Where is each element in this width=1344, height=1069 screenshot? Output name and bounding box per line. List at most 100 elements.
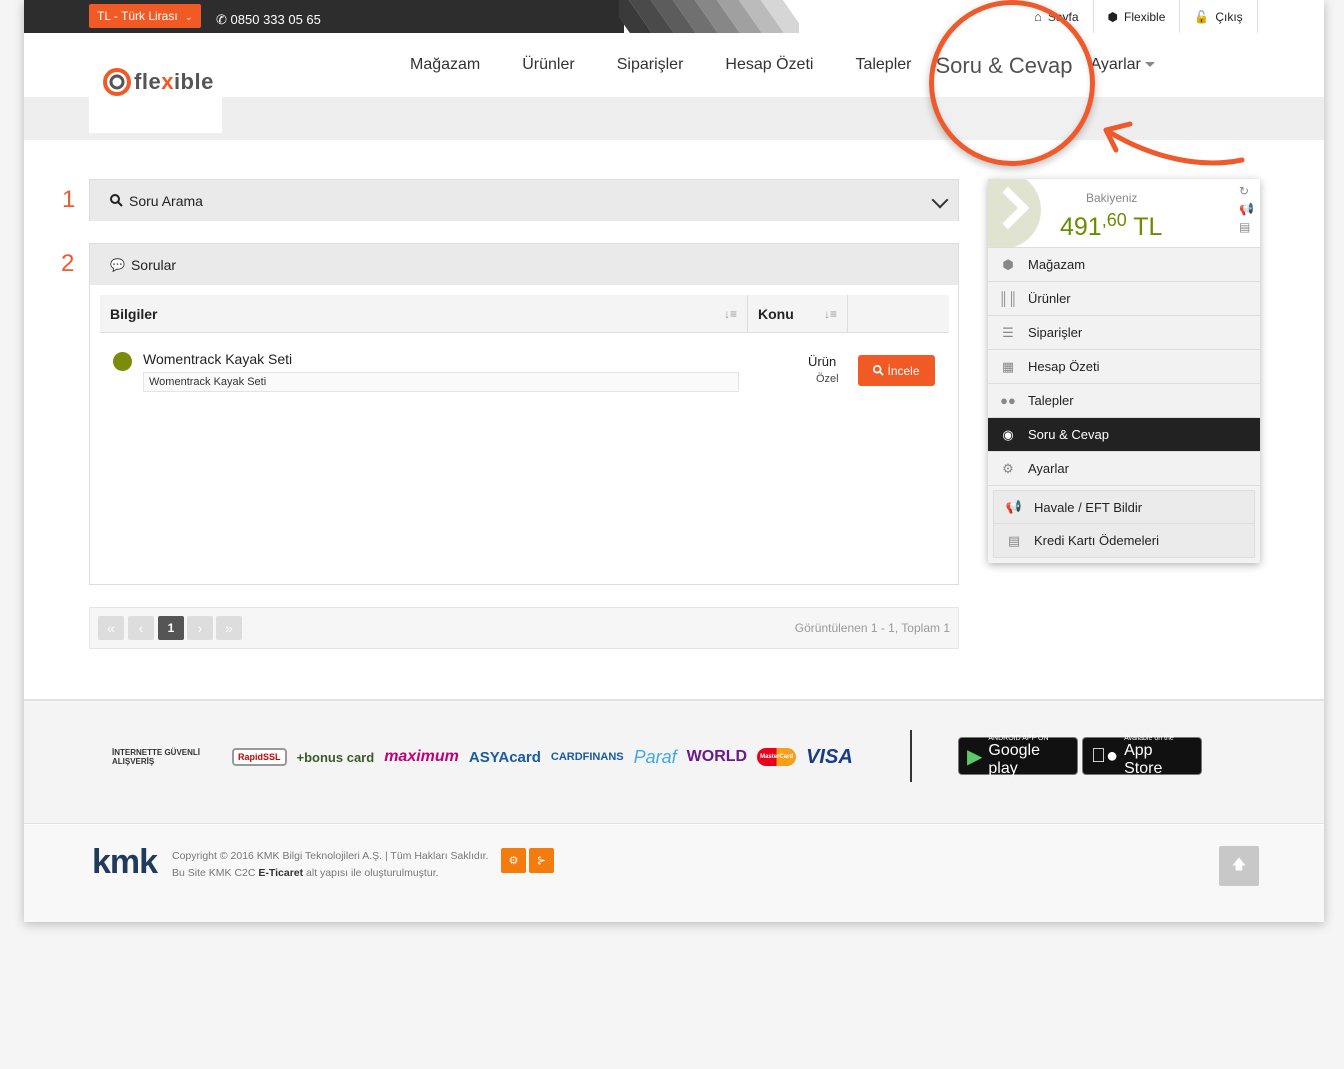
sidebar-item-label: Kredi Kartı Ödemeleri: [1034, 533, 1159, 548]
balance-int: 491: [1060, 213, 1102, 241]
rapidssl-logo: RapidSSL: [232, 748, 287, 766]
built-post: alt yapısı ile oluşturulmuştur.: [306, 867, 439, 879]
page-first-button[interactable]: «: [98, 616, 124, 640]
sort-icon[interactable]: ↓≡: [824, 307, 837, 321]
unlock-icon: 🔓: [1194, 9, 1210, 24]
sidebar-item-soru-cevap[interactable]: ◉ Soru & Cevap: [988, 418, 1260, 452]
column-bilgiler[interactable]: Bilgiler ↓≡: [100, 295, 748, 332]
copyright: Copyright © 2016 KMK Bilgi Teknolojileri…: [172, 848, 488, 882]
credit-card-icon[interactable]: ▤: [1239, 220, 1254, 234]
google-play-badge[interactable]: ▶ ANDROID APP ON Google play: [958, 735, 1078, 777]
topbar-stripes: [619, 0, 799, 33]
logo-box[interactable]: flexible: [89, 33, 222, 133]
megaphone-icon[interactable]: 📢: [1239, 202, 1254, 216]
phone-icon: ✆: [216, 12, 227, 27]
rss-icon[interactable]: ⊱: [529, 848, 554, 873]
sidebar-item-magazam[interactable]: ⬢ Mağazam: [988, 248, 1260, 282]
caret-down-icon: [1144, 62, 1155, 68]
column-actions: [848, 295, 949, 332]
app-store-badge[interactable]: ● Available on theApp Store: [1082, 735, 1202, 777]
page: TL - Türk Lirası ⌄ ✆ 0850 333 05 65 ⌂ Sa…: [24, 0, 1324, 922]
question-topic-sub: Özel: [816, 373, 839, 385]
nav-hesap-ozeti[interactable]: Hesap Özeti: [725, 56, 813, 79]
logo: flexible: [102, 67, 214, 97]
list-icon: ☰: [1002, 324, 1014, 340]
sidebar-item-label: Siparişler: [1028, 325, 1083, 340]
question-topic: Ürün: [808, 354, 837, 369]
page-prev-button[interactable]: ‹: [128, 616, 154, 640]
table-header: Bilgiler ↓≡ Konu ↓≡: [100, 295, 949, 333]
search-icon: [873, 365, 885, 376]
toplink-flexible[interactable]: ⬢ Flexible: [1094, 0, 1181, 33]
questions-panel-header: 💬 Sorular: [90, 244, 958, 285]
kmk-logo: kmk: [92, 843, 158, 881]
column-konu[interactable]: Konu ↓≡: [748, 295, 848, 332]
paraf-logo: Paraf: [633, 746, 677, 767]
nav-talepler[interactable]: Talepler: [855, 56, 911, 79]
search-panel-header[interactable]: Soru Arama: [90, 180, 958, 221]
copyright-text: Copyright © 2016 KMK Bilgi Teknolojileri…: [172, 850, 489, 862]
sort-icon[interactable]: ↓≡: [724, 307, 737, 321]
chevron-right-icon: [988, 179, 1041, 247]
phone-text: 0850 333 05 65: [230, 12, 321, 27]
sidebar-item-label: Hesap Özeti: [1028, 359, 1100, 374]
nav-ayarlar[interactable]: Ayarlar: [1090, 56, 1155, 79]
secure-shopping-logo: İNTERNETTE GÜVENLİ ALIŞVERİŞ: [112, 748, 201, 766]
sidebar-sub-menu: 📢 Havale / EFT Bildir ▤ Kredi Kartı Ödemel…: [993, 490, 1255, 558]
balance-box: Bakiyeniz 491,60 TL ↻ 📢 ▤: [988, 179, 1260, 248]
google-play-big: Google play: [988, 741, 1040, 777]
column-bilgiler-label: Bilgiler: [110, 305, 158, 322]
barcode-icon: ║║: [998, 291, 1018, 306]
users-icon: ●●: [1000, 393, 1016, 408]
refresh-icon[interactable]: ↻: [1239, 184, 1254, 198]
balance-dec: ,60: [1101, 210, 1127, 230]
nav-ayarlar-label: Ayarlar: [1090, 56, 1141, 73]
sidebar-item-label: Talepler: [1028, 393, 1074, 408]
status-dot: [113, 352, 132, 371]
comment-icon: 💬: [110, 257, 125, 272]
built-bold: E-Ticaret: [258, 867, 304, 879]
question-title: Womentrack Kayak Seti: [143, 351, 293, 367]
sidebar-item-talepler[interactable]: ●● Talepler: [988, 384, 1260, 418]
asyacard-logo: ASYAcard: [468, 748, 541, 766]
logo-circle-icon: [103, 68, 131, 96]
sidebar-item-siparisler[interactable]: ☰ Siparişler: [988, 316, 1260, 350]
currency-dropdown[interactable]: TL - Türk Lirası ⌄: [89, 4, 201, 28]
toplink-flexible-label: Flexible: [1124, 9, 1166, 24]
sidebar-item-label: Mağazam: [1028, 257, 1086, 272]
sidebar-item-ayarlar[interactable]: ⚙ Ayarlar: [988, 452, 1260, 486]
mastercard-logo: MasterCard: [757, 748, 797, 766]
nav-magazam[interactable]: Mağazam: [410, 56, 480, 79]
search-panel[interactable]: Soru Arama: [89, 179, 959, 221]
page-current-button[interactable]: 1: [158, 616, 184, 640]
table-row: Womentrack Kayak Seti Womentrack Kayak S…: [100, 333, 949, 413]
page-last-button[interactable]: »: [216, 616, 242, 640]
calculator-icon: ▦: [1001, 358, 1015, 374]
step-number-2: 2: [61, 250, 75, 277]
search-panel-title: Soru Arama: [129, 192, 203, 209]
cube-icon: ⬢: [1002, 256, 1014, 272]
built-pre: Bu Site KMK C2C: [172, 867, 256, 879]
sidebar: Bakiyeniz 491,60 TL ↻ 📢 ▤ ⬢ Mağazam ║║ Ürü…: [988, 179, 1260, 563]
phone-number: ✆ 0850 333 05 65: [216, 12, 321, 28]
incele-button[interactable]: İncele: [858, 355, 935, 386]
toplink-logout[interactable]: 🔓 Çıkış: [1180, 0, 1258, 33]
sidebar-item-hesap-ozeti[interactable]: ▦ Hesap Özeti: [988, 350, 1260, 384]
balance-label: Bakiyeniz: [1086, 191, 1138, 205]
sidebar-item-kredi-karti[interactable]: ▤ Kredi Kartı Ödemeleri: [994, 524, 1254, 557]
nav-siparisler[interactable]: Siparişler: [617, 56, 684, 79]
search-icon: [110, 194, 123, 207]
currency-label: TL - Türk Lirası: [97, 9, 178, 23]
cube-icon: ⬢: [1107, 9, 1119, 24]
topbar: TL - Türk Lirası ⌄ ✆ 0850 333 05 65 ⌂ Sa…: [24, 0, 1324, 33]
highlight-circle: [929, 0, 1095, 166]
sidebar-item-havale[interactable]: 📢 Havale / EFT Bildir: [994, 491, 1254, 524]
toplink-logout-label: Çıkış: [1215, 9, 1243, 24]
page-next-button[interactable]: ›: [187, 616, 213, 640]
apple-icon: ●: [1091, 744, 1118, 767]
sidebar-item-urunler[interactable]: ║║ Ürünler: [988, 282, 1260, 316]
share-icon[interactable]: ⚙: [501, 848, 526, 873]
nav-urunler[interactable]: Ürünler: [522, 56, 574, 79]
scroll-to-top-button[interactable]: 🡅: [1219, 846, 1259, 886]
comment-icon: ◉: [1002, 426, 1014, 442]
